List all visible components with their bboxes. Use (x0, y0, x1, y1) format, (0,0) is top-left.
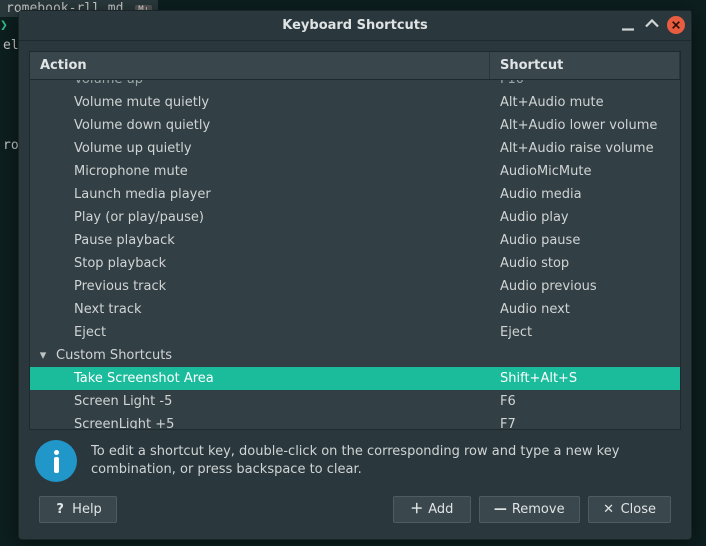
cell-shortcut: Audio next (490, 302, 680, 317)
cell-action: ScreenLight +5 (30, 417, 490, 429)
shortcuts-table: Action Shortcut Volume upF10Volume mute … (29, 51, 681, 430)
table-row[interactable]: Volume upF10 (30, 80, 680, 91)
table-row[interactable]: Play (or play/pause)Audio play (30, 206, 680, 229)
close-icon: ✕ (603, 504, 615, 516)
cell-action: Screen Light -5 (30, 394, 490, 409)
bg-text-fragment: el (3, 38, 19, 53)
table-row[interactable]: Screen Light -5F6 (30, 390, 680, 413)
table-row[interactable]: EjectEject (30, 321, 680, 344)
table-group-row[interactable]: ▾Custom Shortcuts (30, 344, 680, 367)
cell-action: Pause playback (30, 233, 490, 248)
table-header: Action Shortcut (30, 52, 680, 80)
table-row[interactable]: Launch media playerAudio media (30, 183, 680, 206)
table-row[interactable]: Take Screenshot AreaShift+Alt+S (30, 367, 680, 390)
cell-shortcut: Alt+Audio raise volume (490, 141, 680, 156)
close-window-button[interactable] (667, 16, 685, 34)
table-row[interactable]: Volume mute quietlyAlt+Audio mute (30, 91, 680, 114)
cell-action: Play (or play/pause) (30, 210, 490, 225)
plus-icon: ＋ (410, 504, 422, 516)
info-bar: To edit a shortcut key, double-click on … (29, 430, 681, 492)
table-row[interactable]: Volume down quietlyAlt+Audio lower volum… (30, 114, 680, 137)
table-row[interactable]: Microphone muteAudioMicMute (30, 160, 680, 183)
window-title: Keyboard Shortcuts (282, 18, 427, 33)
info-icon (35, 440, 77, 482)
cell-action: Microphone mute (30, 164, 490, 179)
cell-shortcut: Audio previous (490, 279, 680, 294)
button-bar: ? Help ＋ Add — Remove ✕ Close (29, 492, 681, 533)
minus-icon: — (494, 504, 506, 516)
cell-shortcut: AudioMicMute (490, 164, 680, 179)
table-row[interactable]: ScreenLight +5F7 (30, 413, 680, 429)
info-text: To edit a shortcut key, double-click on … (91, 443, 675, 478)
maximize-button[interactable] (643, 16, 661, 34)
terminal-prompt: ❯ (0, 18, 8, 33)
table-row[interactable]: Next trackAudio next (30, 298, 680, 321)
cell-action: Custom Shortcuts (30, 348, 490, 363)
remove-button-label: Remove (512, 502, 565, 517)
cell-action: Stop playback (30, 256, 490, 271)
help-icon: ? (54, 504, 66, 516)
bg-text-fragment: ro (3, 138, 19, 153)
cell-shortcut: Alt+Audio lower volume (490, 118, 680, 133)
column-header-shortcut[interactable]: Shortcut (490, 52, 680, 79)
close-button-label: Close (621, 502, 656, 517)
cell-action: Take Screenshot Area (30, 371, 490, 386)
cell-shortcut: F6 (490, 394, 680, 409)
cell-shortcut: Audio stop (490, 256, 680, 271)
cell-shortcut: Eject (490, 325, 680, 340)
cell-action: Volume up quietly (30, 141, 490, 156)
cell-action: Next track (30, 302, 490, 317)
cell-shortcut: Audio play (490, 210, 680, 225)
remove-button[interactable]: — Remove (479, 496, 580, 523)
expander-icon[interactable]: ▾ (36, 348, 50, 363)
cell-shortcut: Audio pause (490, 233, 680, 248)
cell-action: Volume mute quietly (30, 95, 490, 110)
cell-action: Eject (30, 325, 490, 340)
column-header-action[interactable]: Action (30, 52, 490, 79)
cell-shortcut: F7 (490, 417, 680, 429)
add-button[interactable]: ＋ Add (393, 496, 471, 523)
add-button-label: Add (428, 502, 453, 517)
table-row[interactable]: Stop playbackAudio stop (30, 252, 680, 275)
cell-shortcut: Shift+Alt+S (490, 371, 680, 386)
cell-action: Volume up (30, 80, 490, 87)
close-button[interactable]: ✕ Close (588, 496, 671, 523)
cell-shortcut: Alt+Audio mute (490, 95, 680, 110)
help-button[interactable]: ? Help (39, 496, 117, 523)
keyboard-shortcuts-window: Keyboard Shortcuts Action Shortcut Volum… (18, 10, 692, 540)
table-body[interactable]: Volume upF10Volume mute quietlyAlt+Audio… (30, 80, 680, 429)
minimize-button[interactable] (619, 16, 637, 34)
table-row[interactable]: Volume up quietlyAlt+Audio raise volume (30, 137, 680, 160)
table-row[interactable]: Previous trackAudio previous (30, 275, 680, 298)
cell-action: Previous track (30, 279, 490, 294)
help-button-label: Help (72, 502, 102, 517)
table-row[interactable]: Pause playbackAudio pause (30, 229, 680, 252)
cell-shortcut: Audio media (490, 187, 680, 202)
cell-shortcut: F10 (490, 80, 680, 87)
cell-action: Volume down quietly (30, 118, 490, 133)
cell-action: Launch media player (30, 187, 490, 202)
titlebar[interactable]: Keyboard Shortcuts (19, 11, 691, 41)
